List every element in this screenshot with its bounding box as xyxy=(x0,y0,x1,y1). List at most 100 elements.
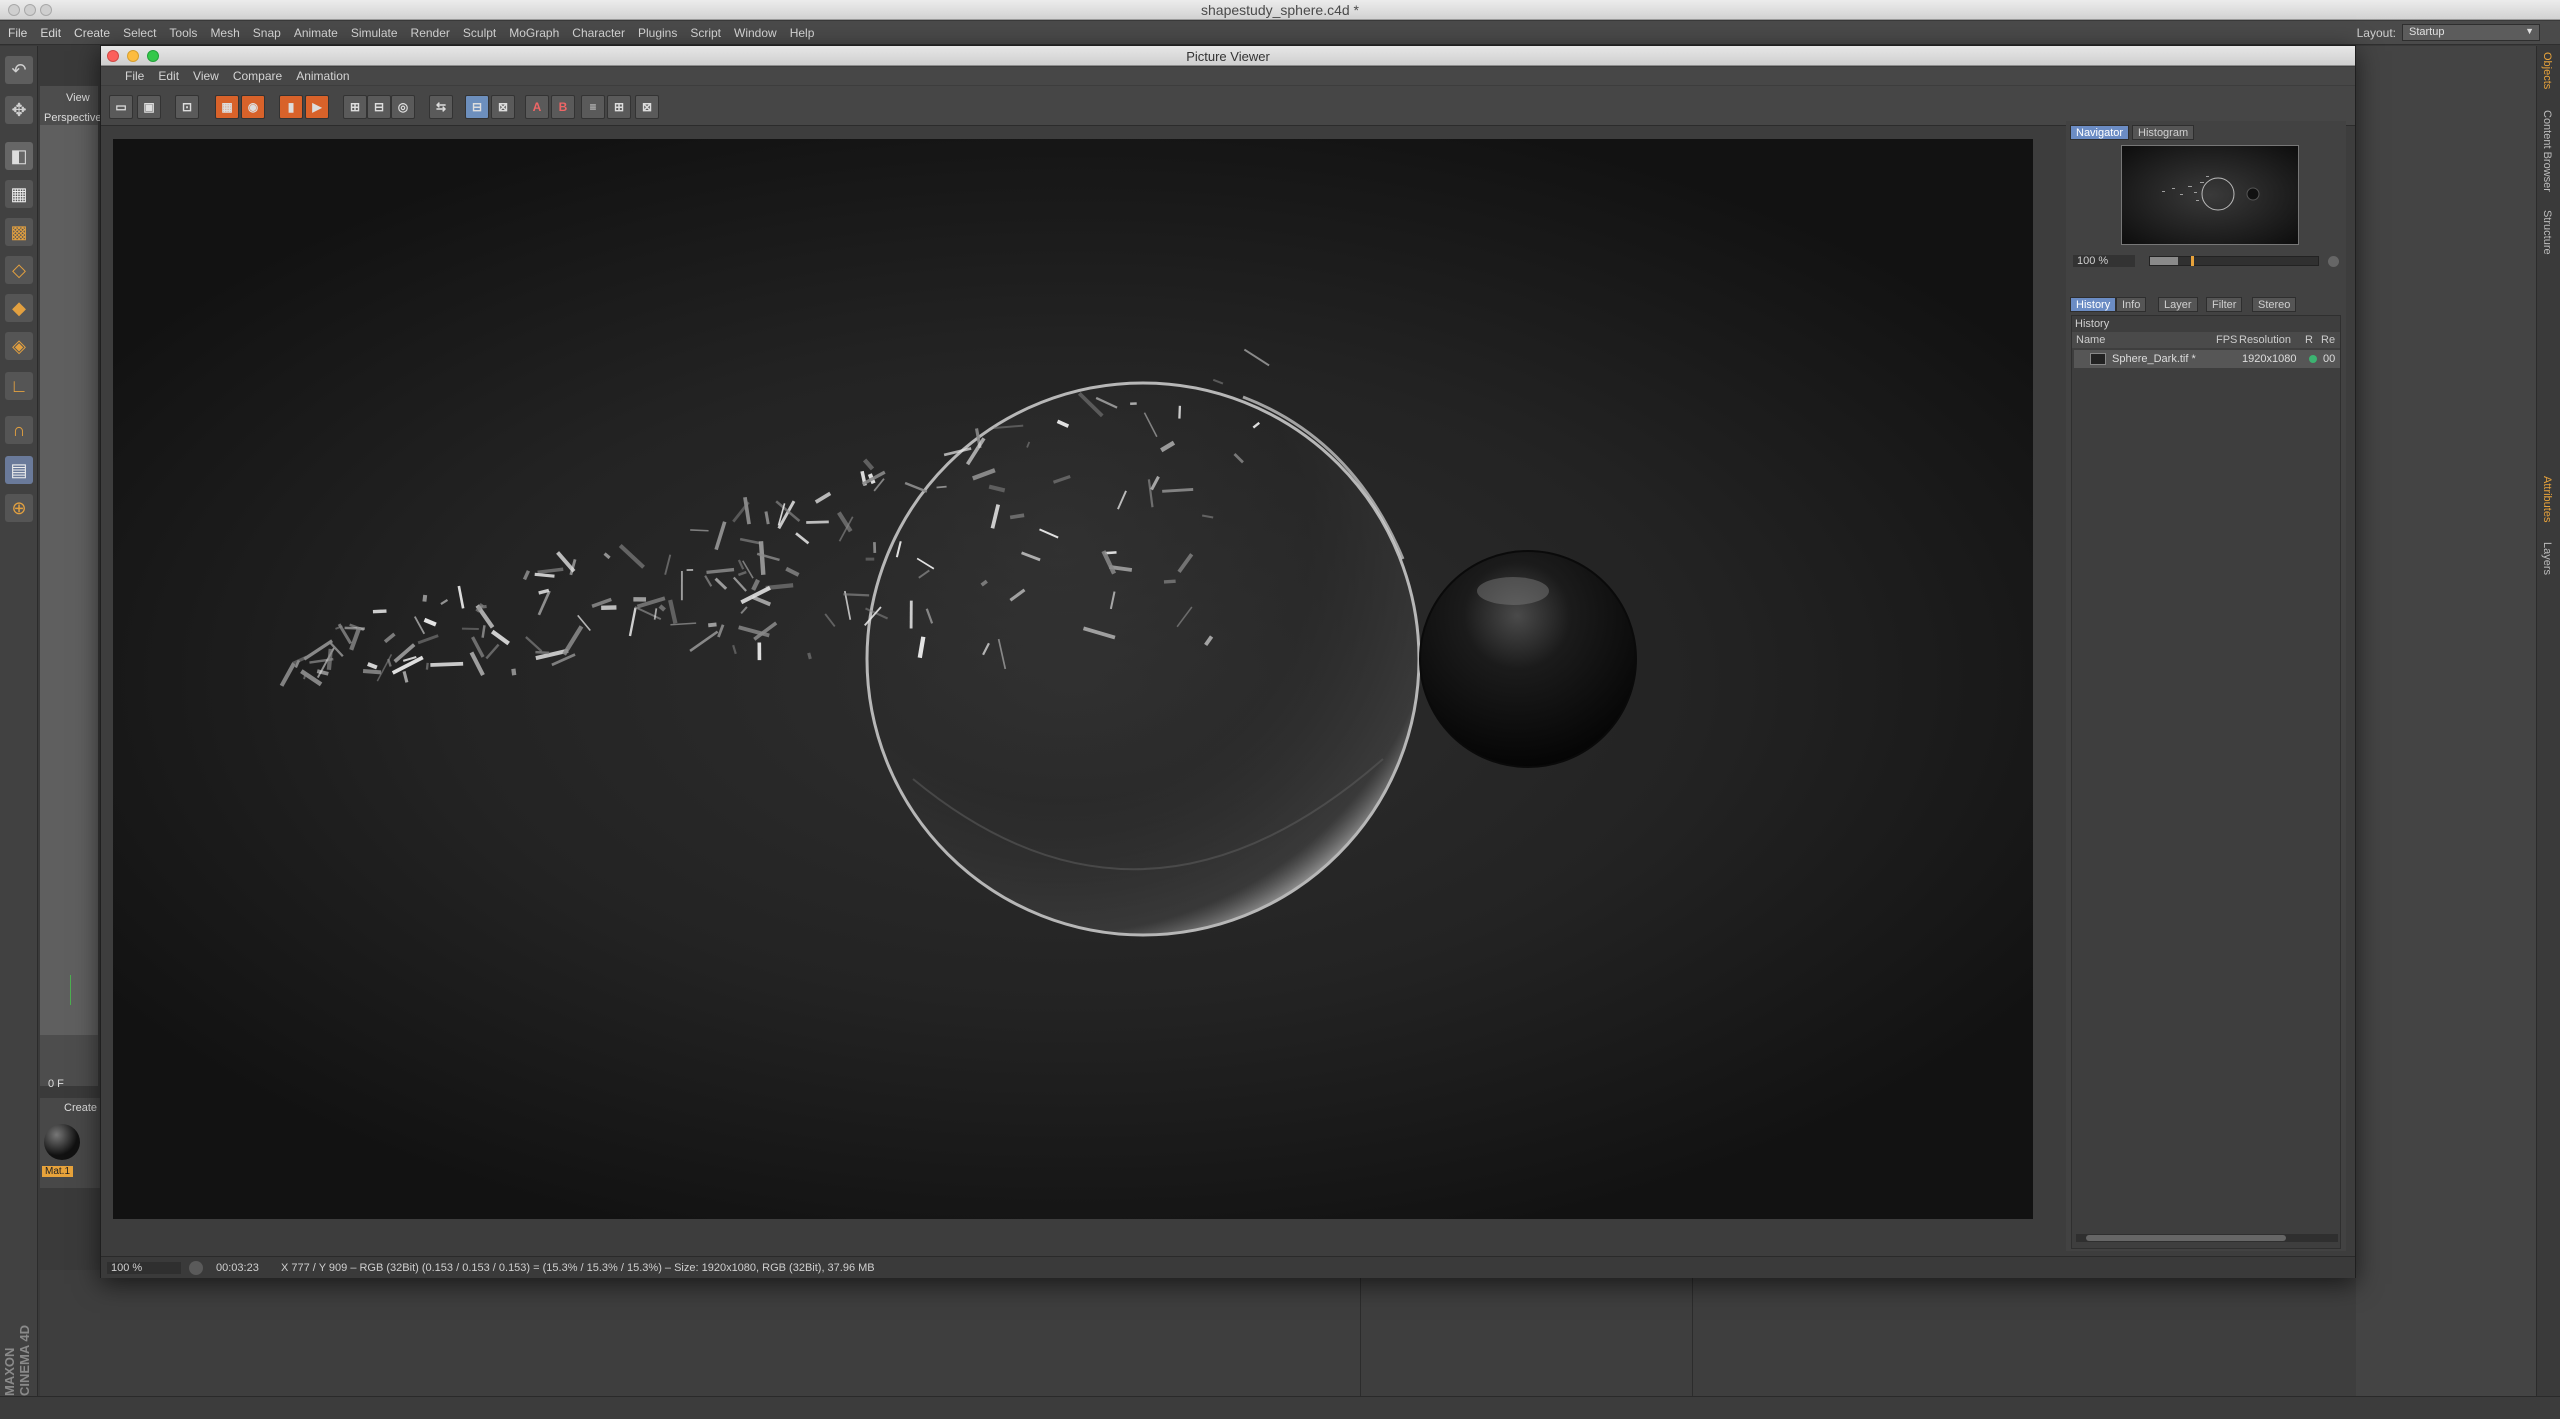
zoom-plus-icon[interactable] xyxy=(189,1261,203,1275)
tab-layer[interactable]: Layer xyxy=(2158,297,2198,312)
menu-render[interactable]: Render xyxy=(411,26,450,40)
menu-select[interactable]: Select xyxy=(123,26,156,40)
difference-icon[interactable]: ≡ xyxy=(581,95,605,119)
menu-sculpt[interactable]: Sculpt xyxy=(463,26,496,40)
pv-menu-compare[interactable]: Compare xyxy=(233,69,282,83)
navigator-zoom-value[interactable]: 100 % xyxy=(2073,255,2135,267)
navigator-thumbnail[interactable] xyxy=(2121,145,2299,245)
material-swatch[interactable] xyxy=(44,1124,80,1160)
glass-shard xyxy=(1243,348,1270,367)
glass-shard xyxy=(367,662,378,670)
tab-info[interactable]: Info xyxy=(2116,297,2147,312)
pv-menu-view[interactable]: View xyxy=(193,69,219,83)
navigator-zoom-slider[interactable] xyxy=(2149,256,2319,266)
set-b-button[interactable]: B xyxy=(551,95,575,119)
pv-menubar: File Edit View Compare Animation xyxy=(101,67,2355,85)
menu-script[interactable]: Script xyxy=(690,26,721,40)
timeline-frame-label: 0 F xyxy=(48,1078,64,1090)
col-name[interactable]: Name xyxy=(2076,334,2105,346)
object-mode-icon[interactable]: ◈ xyxy=(5,332,33,360)
glass-shard xyxy=(775,500,801,522)
tab-histogram[interactable]: Histogram xyxy=(2132,125,2195,140)
glass-shard xyxy=(751,578,760,591)
open-icon[interactable]: ▭ xyxy=(109,95,133,119)
points-mode-icon[interactable]: ▩ xyxy=(5,218,33,246)
rotate-icon[interactable]: ⊠ xyxy=(635,95,659,119)
workplane-icon[interactable]: ▤ xyxy=(5,456,33,484)
material-create-menu[interactable]: Create xyxy=(64,1102,97,1114)
glass-shard xyxy=(362,669,382,675)
fit-view-icon[interactable]: ⊞ xyxy=(343,95,367,119)
tab-objects[interactable]: Objects xyxy=(2541,52,2553,89)
split-view-icon[interactable]: ⊟ xyxy=(465,95,489,119)
flip-icon[interactable]: ⊞ xyxy=(607,95,631,119)
zoom-slider-handle[interactable] xyxy=(2191,256,2194,266)
material-name[interactable]: Mat.1 xyxy=(42,1166,74,1177)
tab-stereo[interactable]: Stereo xyxy=(2252,297,2297,312)
col-re[interactable]: Re xyxy=(2321,334,2335,346)
glass-shard xyxy=(714,521,727,551)
tab-navigator[interactable]: Navigator xyxy=(2070,125,2130,140)
menu-mesh[interactable]: Mesh xyxy=(210,26,239,40)
zoom-reset-icon[interactable] xyxy=(2328,256,2339,267)
render-image[interactable] xyxy=(113,139,2033,1219)
move-tool-icon[interactable]: ✥ xyxy=(5,96,33,124)
axis-mode-icon[interactable]: ∟ xyxy=(5,372,33,400)
menu-simulate[interactable]: Simulate xyxy=(351,26,398,40)
navigator-thumb-svg xyxy=(2162,176,2260,211)
save-icon[interactable]: ▣ xyxy=(137,95,161,119)
menu-edit[interactable]: Edit xyxy=(40,26,61,40)
viewport-view-menu[interactable]: View xyxy=(66,92,90,104)
cube-model-icon[interactable]: ◧ xyxy=(5,142,33,170)
table-row[interactable]: Sphere_Dark.tif * 1920x1080 00 xyxy=(2074,350,2340,368)
pv-menu-edit[interactable]: Edit xyxy=(158,69,179,83)
tab-attributes[interactable]: Attributes xyxy=(2541,476,2553,522)
snap-icon[interactable]: ⊕ xyxy=(5,494,33,522)
glass-shard xyxy=(807,652,812,660)
menu-create[interactable]: Create xyxy=(74,26,110,40)
menu-snap[interactable]: Snap xyxy=(253,26,281,40)
tab-filter[interactable]: Filter xyxy=(2206,297,2243,312)
menu-file[interactable]: File xyxy=(8,26,27,40)
tab-history[interactable]: History xyxy=(2070,297,2117,312)
col-fps[interactable]: FPS xyxy=(2216,334,2237,346)
swap-icon[interactable]: ⊠ xyxy=(491,95,515,119)
magnet-tool-icon[interactable]: ∩ xyxy=(5,416,33,444)
polygons-mode-icon[interactable]: ◆ xyxy=(5,294,33,322)
menu-tools[interactable]: Tools xyxy=(169,26,197,40)
pv-menu-file[interactable]: File xyxy=(125,69,144,83)
scroll-thumb[interactable] xyxy=(2086,1235,2286,1241)
pv-menu-animation[interactable]: Animation xyxy=(296,69,349,83)
texture-mode-icon[interactable]: ▦ xyxy=(5,180,33,208)
fullscreen-icon[interactable]: ⊟ xyxy=(367,95,391,119)
tab-content-browser[interactable]: Content Browser xyxy=(2541,110,2553,192)
undo-icon[interactable]: ↶ xyxy=(5,56,33,84)
set-a-button[interactable]: A xyxy=(525,95,549,119)
glass-shard xyxy=(740,606,748,615)
render-region-icon[interactable]: ▦ xyxy=(215,95,239,119)
layout-group: Layout: Startup ▼ xyxy=(2357,24,2540,41)
menu-window[interactable]: Window xyxy=(734,26,777,40)
history-hscrollbar[interactable] xyxy=(2076,1234,2338,1242)
menu-character[interactable]: Character xyxy=(572,26,625,40)
edges-mode-icon[interactable]: ◇ xyxy=(5,256,33,284)
render-icon[interactable]: ◉ xyxy=(241,95,265,119)
layout-select[interactable]: Startup ▼ xyxy=(2402,24,2540,41)
right-tab-strip: Objects Content Browser Structure Attrib… xyxy=(2536,46,2560,1396)
tab-layers[interactable]: Layers xyxy=(2541,542,2553,575)
render-view-icon[interactable]: ▶ xyxy=(305,95,329,119)
col-r[interactable]: R xyxy=(2305,334,2313,346)
menu-plugins[interactable]: Plugins xyxy=(638,26,677,40)
glass-shard xyxy=(737,570,747,577)
menu-help[interactable]: Help xyxy=(790,26,815,40)
menu-mograph[interactable]: MoGraph xyxy=(509,26,559,40)
tab-structure[interactable]: Structure xyxy=(2541,210,2553,255)
menu-animate[interactable]: Animate xyxy=(294,26,338,40)
compare-ab-icon[interactable]: ⇆ xyxy=(429,95,453,119)
glass-shard xyxy=(873,478,885,492)
crop-icon[interactable]: ⊡ xyxy=(175,95,199,119)
stop-render-icon[interactable]: ▮ xyxy=(279,95,303,119)
col-resolution[interactable]: Resolution xyxy=(2239,334,2291,346)
status-zoom[interactable]: 100 % xyxy=(107,1262,181,1274)
filter-icon[interactable]: ◎ xyxy=(391,95,415,119)
